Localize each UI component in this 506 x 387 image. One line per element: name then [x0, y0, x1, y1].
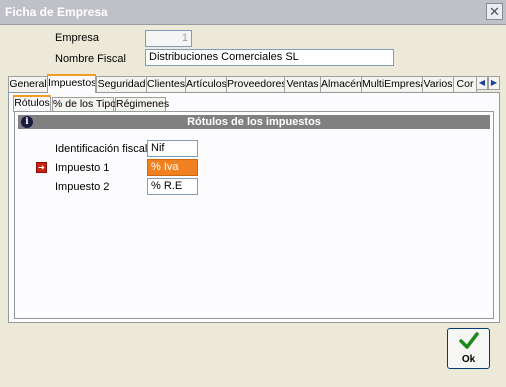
window-title: Ficha de Empresa — [5, 5, 108, 19]
impuesto-1-field[interactable]: % Iva — [147, 159, 198, 176]
window: Ficha de Empresa ✕ Empresa 1 Nombre Fisc… — [0, 0, 506, 387]
subtab-rotulos[interactable]: Rótulos — [13, 95, 51, 112]
close-button[interactable]: ✕ — [486, 3, 503, 20]
title-bar: Ficha de Empresa ✕ — [0, 0, 506, 25]
empresa-label: Empresa — [55, 32, 100, 44]
impuesto-2-field[interactable]: % R.E — [147, 178, 198, 195]
tab-general[interactable]: General — [8, 76, 48, 92]
subtab-porcentaje-tipos[interactable]: % de los Tipos — [52, 97, 121, 112]
ok-label: Ok — [461, 354, 476, 365]
rotulos-panel: i Rótulos de los impuestos Identificació… — [14, 111, 494, 319]
tab-scroll-left-icon[interactable]: ◀ — [476, 76, 488, 90]
impuestos-panel: Rótulos % de los Tipos Régimenes i Rótul… — [8, 92, 500, 323]
section-title: Rótulos de los impuestos — [187, 116, 321, 128]
subtab-regimenes[interactable]: Régimenes — [115, 97, 169, 112]
identificacion-fiscal-label: Identificación fiscal — [55, 143, 148, 155]
tab-ventas[interactable]: Ventas — [284, 76, 321, 92]
tab-scroll: ◀ ▶ — [476, 76, 500, 90]
close-icon: ✕ — [489, 4, 500, 19]
tab-varios[interactable]: Varios — [422, 76, 454, 92]
identificacion-fiscal-field[interactable]: Nif — [147, 140, 198, 157]
empresa-field: 1 — [145, 30, 192, 47]
tab-proveedores[interactable]: Proveedores — [226, 76, 285, 92]
nombre-fiscal-label: Nombre Fiscal — [55, 53, 126, 65]
impuesto-2-label: Impuesto 2 — [55, 181, 110, 193]
nombre-fiscal-field[interactable]: Distribuciones Comerciales SL — [145, 49, 394, 66]
tab-scroll-right-icon[interactable]: ▶ — [488, 76, 500, 90]
tab-seguridad[interactable]: Seguridad — [96, 76, 147, 92]
tab-clientes[interactable]: Clientes — [146, 76, 186, 92]
tab-multiempresa[interactable]: MultiEmpresa — [361, 76, 423, 92]
checkmark-icon — [459, 332, 479, 349]
section-header: i Rótulos de los impuestos — [18, 115, 490, 129]
tab-articulos[interactable]: Artículos — [185, 76, 227, 92]
impuesto-1-label: Impuesto 1 — [55, 162, 110, 174]
ok-button[interactable]: Ok — [447, 328, 490, 369]
tab-almacen[interactable]: Almacén — [320, 76, 362, 92]
tab-impuestos[interactable]: Impuestos — [47, 74, 96, 93]
tab-cor[interactable]: Cor — [453, 76, 477, 92]
current-row-arrow-icon: ➜ — [36, 162, 47, 173]
